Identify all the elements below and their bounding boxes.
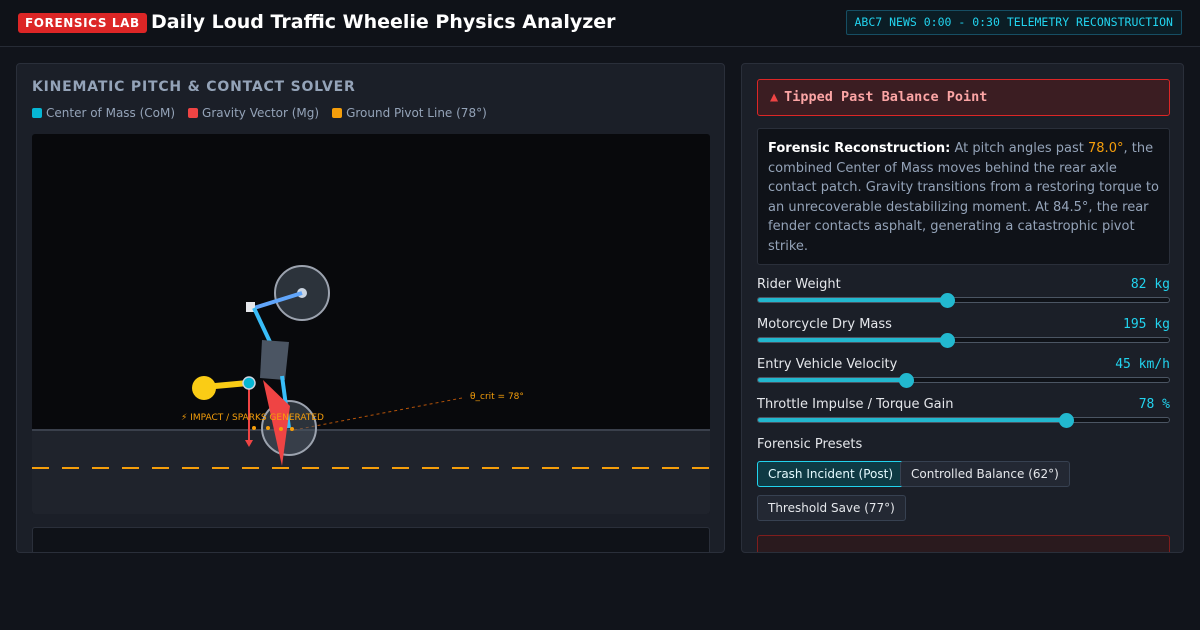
app-header: FORENSICS LAB Daily Loud Traffic Wheelie… <box>0 0 1200 47</box>
rider-weight-fill <box>758 298 948 302</box>
road-surface <box>32 430 710 514</box>
throttle-fill <box>758 418 1067 422</box>
entry-velocity-thumb[interactable] <box>898 373 914 388</box>
entry-velocity-value: 45 km/h <box>1115 357 1170 372</box>
recon-pre: At pitch angles past <box>954 141 1084 156</box>
rider-weight-control: Rider Weight 82 kg <box>757 277 1170 308</box>
front-fork <box>252 307 272 343</box>
legend-label-gravity: Gravity Vector (Mg) <box>202 106 320 120</box>
legend-item-gravity: Gravity Vector (Mg) <box>188 106 319 120</box>
secondary-alert <box>757 535 1170 552</box>
preset-controlled-balance-button[interactable]: Controlled Balance (62°) <box>900 461 1070 487</box>
recon-title: Forensic Reconstruction: <box>768 141 951 156</box>
lab-badge: FORENSICS LAB <box>18 13 147 33</box>
rider-weight-value: 82 kg <box>1130 277 1170 292</box>
throttle-slider[interactable] <box>757 413 1170 428</box>
forensic-reconstruction: Forensic Reconstruction: At pitch angles… <box>757 128 1170 265</box>
legend-label-com: Center of Mass (CoM) <box>46 106 176 120</box>
entry-velocity-label: Entry Vehicle Velocity <box>757 357 898 372</box>
solver-legend: Center of Mass (CoM) Gravity Vector (Mg)… <box>32 106 487 120</box>
legend-swatch-com <box>32 108 42 118</box>
dry-mass-fill <box>758 338 948 342</box>
alert-text: Tipped Past Balance Point <box>784 89 988 105</box>
throttle-label: Throttle Impulse / Torque Gain <box>757 397 954 412</box>
rider-weight-thumb[interactable] <box>940 293 956 308</box>
dry-mass-slider[interactable] <box>757 333 1170 348</box>
balance-alert: ▲ Tipped Past Balance Point <box>757 79 1170 116</box>
rider-weight-label: Rider Weight <box>757 277 841 292</box>
siren-icon: ▲ <box>770 89 779 105</box>
telemetry-status-chip: ABC7 NEWS 0:00 - 0:30 TELEMETRY RECONSTR… <box>845 10 1182 35</box>
dry-mass-value: 195 kg <box>1123 317 1170 332</box>
spark-dot <box>252 426 256 430</box>
spark-dot <box>266 426 270 430</box>
simulation-canvas[interactable]: θ_crit = 78° ⚡ IMPACT / SPARKS GENERATED <box>32 134 710 514</box>
legend-item-pivot: Ground Pivot Line (78°) <box>332 106 487 120</box>
simulation-svg: θ_crit = 78° ⚡ IMPACT / SPARKS GENERATED <box>32 265 710 514</box>
throttle-value: 78 % <box>1138 397 1170 412</box>
com-marker <box>242 376 256 390</box>
preset-threshold-save-button[interactable]: Threshold Save (77°) <box>757 495 906 521</box>
recon-post: , the combined Center of Mass moves behi… <box>768 141 1159 254</box>
preset-crash-incident-button[interactable]: Crash Incident (Post) <box>757 461 905 487</box>
legend-swatch-gravity <box>188 108 199 118</box>
dry-mass-thumb[interactable] <box>940 333 956 348</box>
entry-velocity-slider[interactable] <box>757 373 1170 388</box>
spark-dot <box>290 427 294 431</box>
throttle-thumb[interactable] <box>1059 413 1075 428</box>
legend-item-com: Center of Mass (CoM) <box>32 106 175 120</box>
dry-mass-label: Motorcycle Dry Mass <box>757 317 892 332</box>
solver-title: KINEMATIC PITCH & CONTACT SOLVER <box>32 79 356 95</box>
throttle-control: Throttle Impulse / Torque Gain 78 % <box>757 397 1170 428</box>
page-title: Daily Loud Traffic Wheelie Physics Analy… <box>151 11 616 33</box>
spark-dot <box>279 427 283 431</box>
entry-velocity-control: Entry Vehicle Velocity 45 km/h <box>757 357 1170 388</box>
solver-panel: KINEMATIC PITCH & CONTACT SOLVER Center … <box>16 63 725 553</box>
telemetry-ticker <box>32 527 710 552</box>
fuel-tank <box>260 340 289 380</box>
recon-angle: 78.0° <box>1088 141 1124 156</box>
impact-label: ⚡ IMPACT / SPARKS GENERATED <box>181 413 324 423</box>
legend-label-pivot: Ground Pivot Line (78°) <box>346 106 487 120</box>
analysis-panel: ▲ Tipped Past Balance Point Forensic Reco… <box>741 63 1184 553</box>
rider-helmet <box>192 376 216 400</box>
rider-weight-slider[interactable] <box>757 293 1170 308</box>
entry-velocity-fill <box>758 378 906 382</box>
legend-swatch-pivot <box>332 108 343 118</box>
presets-label: Forensic Presets <box>757 437 863 452</box>
threshold-label: θ_crit = 78° <box>470 392 524 402</box>
dry-mass-control: Motorcycle Dry Mass 195 kg <box>757 317 1170 348</box>
